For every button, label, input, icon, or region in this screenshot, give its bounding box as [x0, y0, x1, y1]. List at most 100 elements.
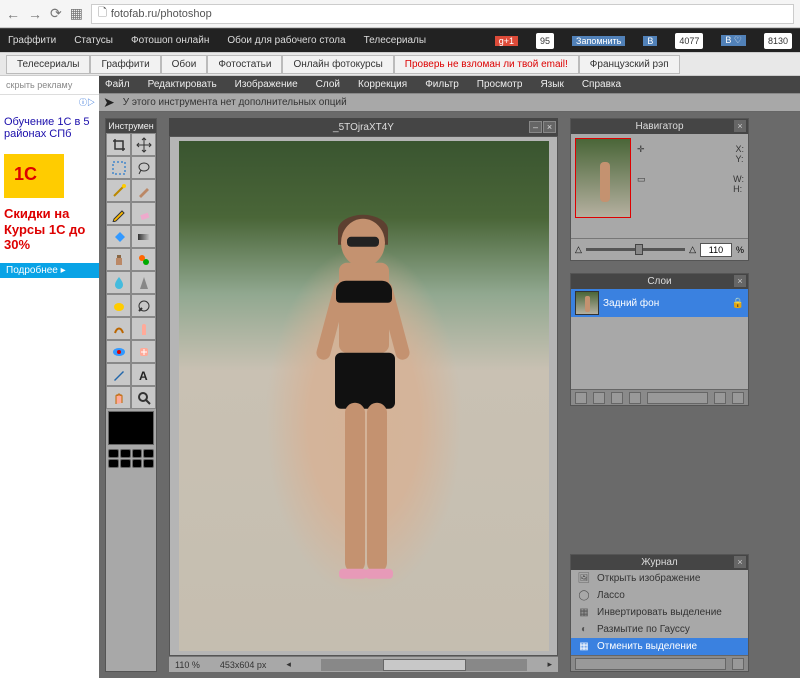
hand-tool[interactable] — [106, 386, 131, 409]
crop-tool[interactable] — [106, 133, 131, 156]
h-scrollbar[interactable] — [321, 659, 528, 671]
scroll-right-button[interactable]: ▸ — [547, 659, 552, 670]
status-bar: 110 % 453x604 px ◂ ▸ — [169, 656, 558, 672]
history-panel: Журнал× 🖼Открыть изображение ◯Лассо ▦Инв… — [570, 554, 749, 672]
ad-cta-button[interactable]: Подробнее ▸ — [0, 263, 99, 278]
ad-logo[interactable] — [4, 154, 64, 198]
navigator-close[interactable]: × — [734, 120, 746, 132]
scroll-left-button[interactable]: ◂ — [286, 659, 291, 670]
clone-tool[interactable] — [106, 248, 131, 271]
zoom-readout: 110 % — [175, 660, 200, 670]
reload-button[interactable]: ⟳ — [50, 5, 62, 22]
url-bar[interactable]: 🗋 fotofab.ru/photoshop — [91, 4, 794, 24]
nav-series[interactable]: Телесериалы — [364, 35, 426, 46]
layers-btn1[interactable] — [575, 392, 587, 404]
tab-photostories[interactable]: Фотостатьи — [207, 55, 282, 74]
sharpen-tool[interactable] — [131, 271, 156, 294]
redeye-tool[interactable] — [106, 340, 131, 363]
back-button[interactable]: ← — [6, 6, 20, 22]
options-bar: ➤ У этого инструмента нет дополнительных… — [99, 93, 800, 112]
tab-wallpapers[interactable]: Обои — [161, 55, 208, 74]
menu-lang[interactable]: Язык — [540, 79, 563, 90]
history-row[interactable]: ◐Размытие по Гауссу — [571, 621, 748, 638]
crosshair-icon: ✛ — [637, 144, 645, 164]
eraser-tool[interactable] — [131, 202, 156, 225]
panels: Навигатор× ✛X:Y: ▭W:H: △ △ 110 % — [570, 118, 749, 672]
navigator-thumbnail[interactable] — [575, 138, 631, 218]
tab-graffiti[interactable]: Граффити — [90, 55, 160, 74]
tab-series[interactable]: Телесериалы — [6, 55, 90, 74]
svg-text:A: A — [139, 369, 148, 383]
layer-name: Задний фон — [603, 298, 659, 309]
zoom-in-icon[interactable]: △ — [689, 244, 696, 255]
nav-photoshop[interactable]: Фотошоп онлайн — [131, 35, 209, 46]
vk-badge2[interactable]: В ♡ — [721, 35, 746, 46]
zoom-out-icon[interactable]: △ — [575, 244, 582, 255]
open-icon: 🖼 — [577, 573, 591, 584]
close-button[interactable]: × — [543, 121, 556, 133]
history-row[interactable]: 🖼Открыть изображение — [571, 570, 748, 587]
menu-layer[interactable]: Слой — [316, 79, 340, 90]
swatch-presets[interactable] — [108, 449, 154, 468]
minimize-button[interactable]: – — [529, 121, 542, 133]
remember-button[interactable]: Запомнить — [572, 36, 625, 46]
zoom-tool[interactable] — [131, 386, 156, 409]
history-row[interactable]: ▦Отменить выделение — [571, 638, 748, 655]
pencil-tool[interactable] — [106, 202, 131, 225]
zoom-value[interactable]: 110 — [700, 243, 732, 257]
wand-tool[interactable] — [106, 179, 131, 202]
hide-ad-link[interactable]: скрыть рекламу — [0, 76, 99, 95]
menu-edit[interactable]: Редактировать — [148, 79, 217, 90]
forward-button[interactable]: → — [28, 6, 42, 22]
new-layer-button[interactable] — [714, 392, 726, 404]
ad-headline[interactable]: Обучение 1С в 5 районах СПб — [0, 110, 99, 146]
finger-tool[interactable] — [131, 317, 156, 340]
dodge-tool[interactable] — [131, 294, 156, 317]
nav-statuses[interactable]: Статусы — [74, 35, 113, 46]
layer-row[interactable]: Задний фон 🔒 — [571, 289, 748, 317]
gradient-tool[interactable] — [131, 225, 156, 248]
layers-btn2[interactable] — [593, 392, 605, 404]
type-tool[interactable]: A — [131, 363, 156, 386]
history-delete-button[interactable] — [732, 658, 744, 670]
adchoices-icon[interactable]: ⓘ▷ — [0, 95, 99, 110]
vk-badge[interactable]: В — [643, 36, 657, 46]
menu-help[interactable]: Справка — [582, 79, 621, 90]
marquee-tool[interactable] — [106, 156, 131, 179]
nav-wallpapers[interactable]: Обои для рабочего стола — [227, 35, 345, 46]
menu-view[interactable]: Просмотр — [477, 79, 523, 90]
layers-close[interactable]: × — [734, 275, 746, 287]
menu-adjust[interactable]: Коррекция — [358, 79, 407, 90]
tab-email-warn[interactable]: Проверь не взломан ли твой email! — [394, 55, 579, 74]
heal-tool[interactable] — [131, 340, 156, 363]
tab-rap[interactable]: Французский рэп — [579, 55, 680, 74]
replace-color-tool[interactable] — [131, 248, 156, 271]
history-row[interactable]: ▦Инвертировать выделение — [571, 604, 748, 621]
layers-btn4[interactable] — [629, 392, 641, 404]
document-titlebar[interactable]: _5TOjraXT4Y – × — [169, 118, 558, 136]
canvas[interactable] — [169, 136, 558, 656]
smudge-tool[interactable] — [106, 317, 131, 340]
move-tool[interactable] — [131, 133, 156, 156]
lock-icon[interactable]: 🔒 — [732, 298, 744, 309]
bucket-tool[interactable] — [106, 225, 131, 248]
navigator-title: Навигатор — [635, 121, 683, 132]
zoom-slider[interactable] — [586, 248, 685, 251]
apps-button[interactable]: ▦ — [70, 5, 83, 22]
draw-tool[interactable] — [106, 363, 131, 386]
history-row[interactable]: ◯Лассо — [571, 587, 748, 604]
delete-layer-button[interactable] — [732, 392, 744, 404]
history-close[interactable]: × — [734, 556, 746, 568]
foreground-color[interactable] — [108, 411, 154, 445]
brush-tool[interactable] — [131, 179, 156, 202]
gplus-badge[interactable]: g+1 — [495, 36, 518, 46]
nav-graffiti[interactable]: Граффити — [8, 35, 56, 46]
menu-image[interactable]: Изображение — [235, 79, 298, 90]
sponge-tool[interactable] — [106, 294, 131, 317]
menu-filter[interactable]: Фильтр — [425, 79, 459, 90]
blur-tool[interactable] — [106, 271, 131, 294]
layers-btn3[interactable] — [611, 392, 623, 404]
tab-courses[interactable]: Онлайн фотокурсы — [282, 55, 393, 74]
lasso-tool[interactable] — [131, 156, 156, 179]
menu-file[interactable]: Файл — [105, 79, 130, 90]
